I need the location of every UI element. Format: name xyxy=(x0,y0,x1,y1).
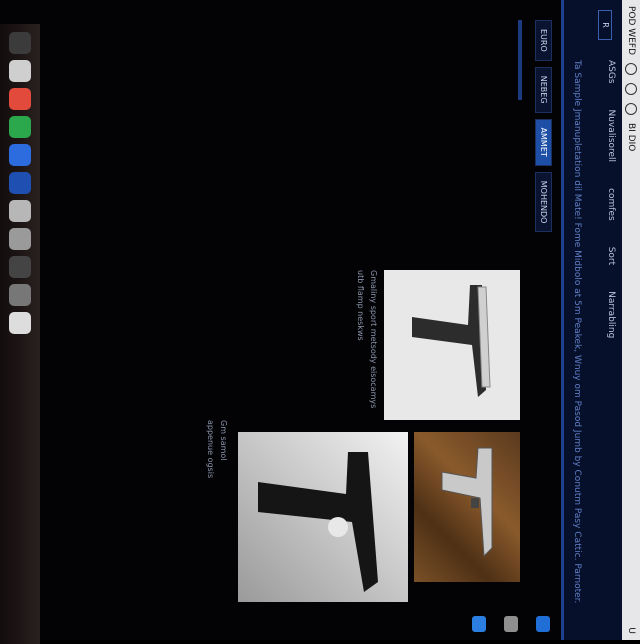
app-dock xyxy=(0,24,40,644)
main-nav: ASGs Nuvalisorell comfes Sort Narrabling xyxy=(606,60,616,338)
menubar-app-name[interactable]: POD WEFD xyxy=(626,6,636,55)
nav-item[interactable]: Sort xyxy=(606,247,616,265)
pistol-image-icon xyxy=(441,447,493,558)
screen: POD WEFD BI DIO U R ASGs Nuvalisorell co… xyxy=(0,0,640,644)
pistol-image-icon xyxy=(258,452,378,592)
system-menubar: POD WEFD BI DIO U xyxy=(622,0,640,640)
nav-item[interactable]: Narrabling xyxy=(606,291,616,338)
header-tagline: Ta Sample Jmanupletation dil Mate! Fome … xyxy=(572,60,582,604)
site-header: R ASGs Nuvalisorell comfes Sort Narrabli… xyxy=(561,0,622,640)
product-image-1[interactable] xyxy=(414,432,520,582)
product-caption: appenue ogsis xyxy=(206,420,215,479)
tool-button-primary[interactable] xyxy=(536,616,550,632)
menubar-gear-icon[interactable] xyxy=(625,83,637,95)
dock-notes-icon[interactable] xyxy=(9,60,31,82)
dock-app-icon[interactable] xyxy=(9,200,31,222)
tab-euro[interactable]: EURO xyxy=(535,20,552,61)
dock-app-icon[interactable] xyxy=(9,172,31,194)
tab-nebeg[interactable]: NEBEG xyxy=(535,66,552,113)
nav-item[interactable]: Nuvalisorell xyxy=(606,110,616,163)
dock-app-icon[interactable] xyxy=(9,228,31,250)
menubar-status: BI DIO xyxy=(626,123,636,152)
dock-app-icon[interactable] xyxy=(9,144,31,166)
menubar-search-icon[interactable] xyxy=(625,63,637,75)
tool-button-blue[interactable] xyxy=(472,616,486,632)
menubar-target-icon[interactable] xyxy=(625,103,637,115)
dock-app-icon[interactable] xyxy=(9,284,31,306)
dock-finder-icon[interactable] xyxy=(9,32,31,54)
dock-app-icon[interactable] xyxy=(9,116,31,138)
site-logo[interactable]: R xyxy=(598,10,612,40)
tool-button-secondary[interactable] xyxy=(504,616,518,632)
product-caption: utb flamp neskws xyxy=(356,270,365,341)
product-caption: Gmaliny sport metsody eisocamys xyxy=(369,270,378,409)
menubar-clock: U xyxy=(626,627,636,634)
dock-app-icon[interactable] xyxy=(9,88,31,110)
tab-ammet[interactable]: AMMET xyxy=(535,118,552,166)
product-image-2[interactable] xyxy=(384,270,520,420)
tab-mohendo[interactable]: MOHENDO xyxy=(535,171,552,233)
product-image-3[interactable] xyxy=(238,432,408,602)
dock-app-icon[interactable] xyxy=(9,256,31,278)
category-tabs: EURO NEBEG AMMET MOHENDO xyxy=(535,20,552,233)
dock-app-icon[interactable] xyxy=(9,312,31,334)
side-toolbar xyxy=(410,608,550,640)
nav-item[interactable]: ASGs xyxy=(606,60,616,84)
tab-scroll-indicator xyxy=(518,20,522,100)
nav-item[interactable]: comfes xyxy=(606,188,616,221)
pistol-image-icon xyxy=(412,285,491,397)
product-caption: Gm samol xyxy=(219,420,228,461)
